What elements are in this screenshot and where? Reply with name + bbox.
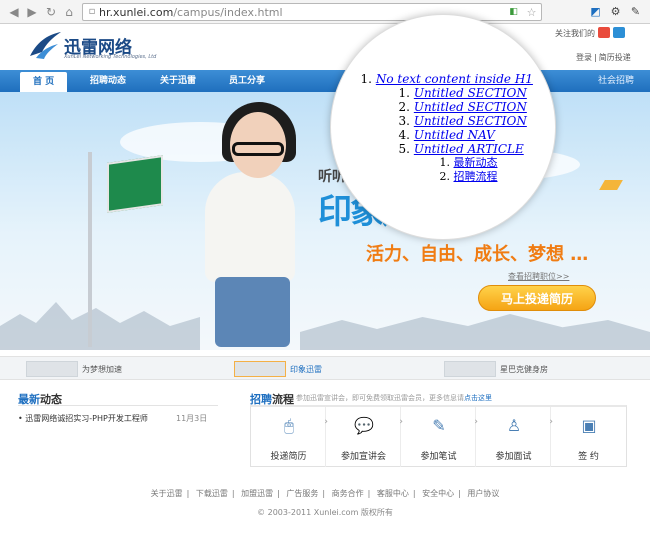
step-sign-contract[interactable]: ▣ 签 约 xyxy=(551,407,626,467)
city-skyline xyxy=(0,302,200,350)
forward-icon[interactable]: ▶ xyxy=(24,4,40,20)
rss-icon[interactable]: ◧ xyxy=(506,5,521,20)
thumb-image xyxy=(234,361,286,377)
apply-resume-button[interactable]: 马上投递简历 xyxy=(478,285,596,311)
click-here-link[interactable]: 点击这里 xyxy=(464,394,492,402)
outline-link[interactable]: Untitled ARTICLE xyxy=(414,142,524,156)
browser-toolbar: ◀ ▶ ↻ ⌂ ▫ hr.xunlei.com/campus/index.htm… xyxy=(0,0,650,24)
page-menu-icon[interactable]: ⚙ xyxy=(608,4,623,19)
logo-english-text: XunLei Networking Technologies, Ltd xyxy=(64,54,157,60)
slogan-values: 活力、自由、成长、梦想 … xyxy=(366,244,589,265)
outline-h1: 1. No text content inside H1 xyxy=(360,72,533,86)
footer-link[interactable]: 下载迅雷 xyxy=(196,489,228,498)
step-submit-resume[interactable]: 🖱 › 投递简历 xyxy=(251,407,328,467)
url-text: hr.xunlei.com/campus/index.html xyxy=(99,6,283,19)
news-item[interactable]: • 迅雷网络诚招实习-PHP开发工程师 xyxy=(18,413,148,424)
step-info-session[interactable]: 💬 › 参加宣讲会 xyxy=(326,407,403,467)
outline-sections: 1. Untitled SECTION 2. Untitled SECTION … xyxy=(398,86,527,183)
footer-link[interactable]: 商务合作 xyxy=(332,489,364,498)
sign-pole xyxy=(88,152,92,347)
follow-us-label: 关注我们的 xyxy=(555,29,595,38)
back-icon[interactable]: ◀ xyxy=(6,4,22,20)
top-links: 登录 | 简历投递 xyxy=(576,53,631,62)
outline-link[interactable]: Untitled NAV xyxy=(414,128,495,142)
footer-links: 关于迅雷 | 下载迅雷 | 加盟迅雷 | 广告服务 | 商务合作 | 客服中心 | 安全中心… xyxy=(150,489,500,498)
footer-link[interactable]: 安全中心 xyxy=(422,489,454,498)
nav-about[interactable]: 关于迅雷 xyxy=(160,70,196,92)
mouse-icon: 🖱 xyxy=(284,416,294,435)
step-interview[interactable]: ♙ › 参加面试 xyxy=(476,407,553,467)
outline-link[interactable]: Untitled SECTION xyxy=(414,86,527,100)
thumb-image xyxy=(444,361,496,377)
pencil-icon: ✎ xyxy=(432,416,446,435)
extension-icon[interactable]: ◩ xyxy=(588,4,603,19)
resume-link[interactable]: 简历投递 xyxy=(599,53,631,62)
bookmark-star-icon[interactable]: ☆ xyxy=(524,5,539,20)
nav-social-recruit[interactable]: 社会招聘 xyxy=(598,70,634,92)
tencent-weibo-icon[interactable] xyxy=(613,27,625,38)
city-skyline xyxy=(300,314,650,350)
view-jobs-link[interactable]: 查看招聘职位>> xyxy=(508,271,569,282)
page-icon: ▫ xyxy=(88,6,96,17)
reload-icon[interactable]: ↻ xyxy=(43,4,59,20)
footer-link[interactable]: 客服中心 xyxy=(377,489,409,498)
person-desk-icon: ♙ xyxy=(506,416,522,435)
step-written-test[interactable]: ✎ › 参加笔试 xyxy=(401,407,478,467)
footer-link[interactable]: 加盟迅雷 xyxy=(241,489,273,498)
document-outline: 1. No text content inside H1 1. Untitled… xyxy=(356,72,533,184)
wrench-icon[interactable]: ✎ xyxy=(628,4,643,19)
sina-weibo-icon[interactable] xyxy=(598,27,610,38)
model-photo-body xyxy=(205,172,295,282)
outline-link[interactable]: 最新动态 xyxy=(454,156,498,169)
nav-employee-share[interactable]: 员工分享 xyxy=(229,70,265,92)
login-link[interactable]: 登录 xyxy=(576,53,592,62)
xunlei-logo[interactable]: 迅雷网络 XunLei Networking Technologies, Ltd xyxy=(28,30,158,64)
process-steps: 🖱 › 投递简历 💬 › 参加宣讲会 ✎ › 参加笔试 ♙ › 参加面试 ▣ 签… xyxy=(250,405,627,467)
outline-link[interactable]: 招聘流程 xyxy=(454,170,498,183)
footer-link[interactable]: 关于迅雷 xyxy=(151,489,183,498)
nav-home[interactable]: 首 页 xyxy=(20,72,68,92)
divider xyxy=(18,405,218,406)
outline-link[interactable]: Untitled SECTION xyxy=(414,100,527,114)
news-date: 11月3日 xyxy=(176,414,208,423)
home-icon[interactable]: ⌂ xyxy=(61,4,77,20)
speech-bubble-icon: 💬 xyxy=(354,416,374,435)
nav-recruit-news[interactable]: 招聘动态 xyxy=(90,70,126,92)
contract-icon: ▣ xyxy=(581,416,597,435)
main-nav: 首 页 招聘动态 关于迅雷 员工分享 社会招聘 xyxy=(0,70,650,92)
copyright: © 2003-2011 Xunlei.com 版权所有 xyxy=(257,508,393,517)
footer-link[interactable]: 用户协议 xyxy=(467,489,499,498)
logo-bird-icon xyxy=(30,32,61,59)
outline-link[interactable]: Untitled SECTION xyxy=(414,114,527,128)
thumb-image xyxy=(26,361,78,377)
process-subtitle: 参加迅雷宣讲会，即可免费领取迅雷会员，更多信息请点击这里 xyxy=(296,394,492,402)
banner-thumbnails: 为梦想加速 印象迅雷 星巴克健身房 xyxy=(0,356,650,380)
outline-link[interactable]: No text content inside H1 xyxy=(376,72,533,86)
exit-sign-image xyxy=(107,155,163,213)
footer-link[interactable]: 广告服务 xyxy=(286,489,318,498)
paper-plane-icon xyxy=(599,180,623,190)
model-photo-glasses xyxy=(232,142,284,156)
model-photo-jeans xyxy=(215,277,290,347)
